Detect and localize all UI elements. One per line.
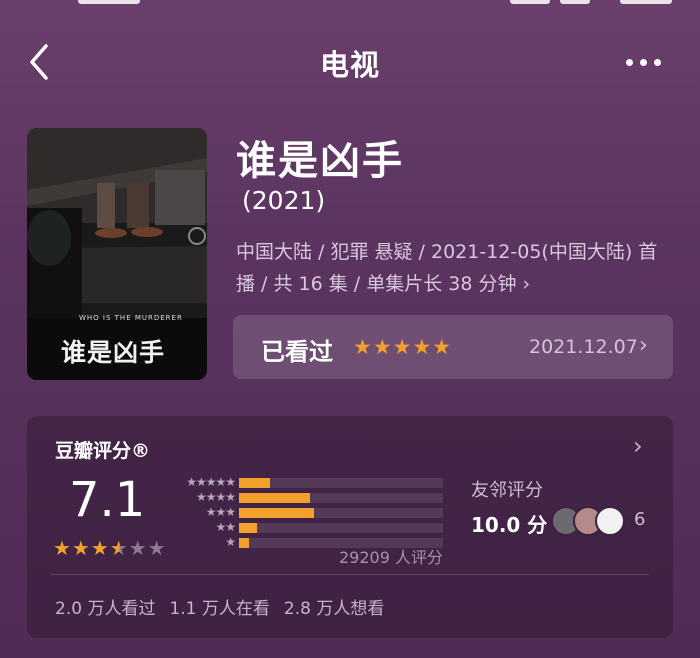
histogram-stars-label: ★★★ bbox=[205, 505, 236, 519]
friends-rating-label: 友邻评分 bbox=[471, 480, 543, 501]
status-bar bbox=[0, 0, 700, 8]
watched-date: 2021.12.07 bbox=[529, 336, 638, 358]
clock-fragment bbox=[78, 0, 140, 4]
histogram-bar bbox=[239, 523, 258, 533]
stat-want: 2.8 万人想看 bbox=[283, 599, 385, 619]
histogram-bar bbox=[239, 493, 311, 503]
friends-rating-score: 10.0 分 bbox=[471, 513, 548, 537]
chevron-right-icon: › bbox=[522, 273, 531, 295]
poster-caption-small: WHO IS THE MURDERER bbox=[79, 314, 183, 322]
histogram-stars-label: ★ bbox=[225, 535, 236, 549]
histogram-track bbox=[239, 493, 443, 503]
histogram-bar bbox=[239, 478, 270, 488]
histogram-track bbox=[239, 508, 443, 518]
rating-score: 7.1 bbox=[69, 472, 146, 528]
rating-distribution: ★★★★★ ★★★★ ★★★ ★★ ★ bbox=[167, 475, 447, 551]
show-year: (2021) bbox=[242, 186, 326, 215]
meta-line-2: 播 / 共 16 集 / 单集片长 38 分钟 › bbox=[236, 273, 531, 295]
watched-status-card[interactable]: 已看过 ★★★★★ 2021.12.07 › bbox=[233, 315, 673, 379]
watched-label: 已看过 bbox=[261, 338, 333, 366]
histogram-stars-label: ★★ bbox=[215, 520, 235, 534]
stat-watched: 2.0 万人看过 bbox=[55, 599, 156, 619]
rating-stars: ★★★★★★ bbox=[53, 536, 167, 560]
friends-count: 6 bbox=[634, 509, 646, 530]
chevron-right-icon[interactable]: › bbox=[633, 432, 643, 460]
histogram-bar bbox=[239, 508, 315, 518]
signal-icon bbox=[510, 0, 550, 4]
more-button[interactable] bbox=[626, 52, 666, 72]
histogram-track bbox=[239, 523, 443, 533]
rating-count: 29209 人评分 bbox=[339, 548, 443, 567]
divider bbox=[51, 574, 649, 575]
histogram-track bbox=[239, 478, 443, 488]
histogram-row: ★★★ bbox=[167, 505, 447, 520]
watch-stats: 2.0 万人看过 1.1 万人在看 2.8 万人想看 bbox=[55, 594, 398, 619]
meta-line-1: 中国大陆 / 犯罪 悬疑 / 2021-12-05(中国大陆) 首 bbox=[236, 241, 658, 263]
page-title: 电视 bbox=[319, 48, 380, 82]
douban-rating-card[interactable]: 豆瓣评分® › 7.1 ★★★★★★ ★★★★★ ★★★★ ★★★ ★★ ★ 29209… bbox=[27, 416, 673, 638]
more-dots-icon bbox=[626, 58, 633, 66]
chevron-right-icon: › bbox=[639, 333, 648, 358]
avatar bbox=[595, 506, 625, 536]
poster-caption-big: 谁是凶手 bbox=[61, 338, 166, 367]
histogram-bar bbox=[239, 538, 250, 548]
my-rating-stars: ★★★★★ bbox=[353, 335, 453, 359]
wifi-icon bbox=[560, 0, 590, 4]
histogram-stars-label: ★★★★★ bbox=[186, 475, 236, 489]
battery-icon bbox=[620, 0, 672, 4]
poster-image[interactable]: WHO IS THE MURDERER 谁是凶手 bbox=[27, 128, 207, 380]
histogram-stars-label: ★★★★ bbox=[195, 490, 236, 504]
show-title: 谁是凶手 bbox=[236, 138, 404, 184]
rating-title: 豆瓣评分® bbox=[55, 440, 151, 462]
histogram-row: ★★★★★ bbox=[167, 475, 447, 490]
stat-watching: 1.1 万人在看 bbox=[169, 599, 270, 619]
histogram-row: ★★★★ bbox=[167, 490, 447, 505]
friends-avatars[interactable] bbox=[551, 506, 631, 536]
histogram-row: ★★ bbox=[167, 520, 447, 535]
show-meta[interactable]: 中国大陆 / 犯罪 悬疑 / 2021-12-05(中国大陆) 首 播 / 共 … bbox=[236, 236, 676, 300]
